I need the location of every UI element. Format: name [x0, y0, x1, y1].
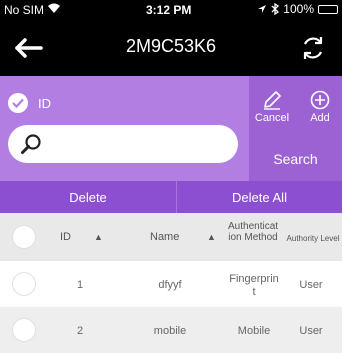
add-label: Add [310, 112, 330, 124]
table-row[interactable]: 1 dfyyf Fingerprin t User [0, 261, 342, 307]
cell-authority-level: User [299, 325, 323, 337]
search-box[interactable] [8, 125, 238, 163]
header-name[interactable]: Name [150, 231, 179, 244]
row-select-radio[interactable] [12, 318, 36, 342]
status-right: 100% [257, 2, 338, 16]
id-checkbox[interactable]: ID [8, 93, 51, 113]
location-icon [258, 5, 267, 13]
table-header: ID ▲ Name ▲ Authenticat ion Method Autho… [0, 213, 342, 261]
cell-name: dfyyf [158, 279, 182, 291]
search-input[interactable] [48, 131, 228, 157]
sort-up-icon[interactable]: ▲ [207, 231, 216, 244]
action-panel: Cancel Add Search [249, 76, 342, 181]
cancel-button[interactable]: Cancel [249, 76, 295, 136]
delete-bar: Delete Delete All [0, 181, 342, 213]
search-icon [20, 133, 42, 155]
user-table: ID ▲ Name ▲ Authenticat ion Method Autho… [0, 213, 342, 353]
select-all-radio[interactable] [12, 225, 36, 249]
cell-id: 1 [76, 279, 84, 291]
cell-authority-level: User [299, 279, 323, 291]
add-button[interactable]: Add [297, 76, 342, 136]
pencil-icon [264, 91, 281, 110]
check-icon [8, 93, 28, 113]
delete-button[interactable]: Delete [0, 181, 176, 213]
delete-all-button[interactable]: Delete All [177, 181, 342, 213]
table-row[interactable]: 2 mobile Mobile User [0, 307, 342, 353]
clock-time: 3:12 PM [146, 3, 192, 17]
cell-id: 2 [76, 325, 84, 337]
wifi-icon [47, 2, 61, 17]
bluetooth-icon [271, 3, 280, 15]
page-title: 2M9C53K6 [125, 36, 217, 56]
battery-icon [318, 4, 338, 14]
cell-name: mobile [153, 325, 187, 337]
header-authority-level: Authority Level [286, 234, 340, 243]
battery-percent: 100% [283, 2, 314, 16]
id-checkbox-label: ID [38, 95, 51, 111]
nav-bar: 2M9C53K6 [0, 20, 342, 76]
row-select-radio[interactable] [12, 272, 36, 296]
carrier-text: No SIM [4, 3, 45, 17]
cell-auth-method: Fingerprin t [229, 273, 279, 298]
cell-auth-method: Mobile [237, 325, 271, 337]
sort-up-icon[interactable]: ▲ [94, 231, 103, 244]
cancel-label: Cancel [254, 112, 290, 124]
header-auth-method: Authenticat ion Method [228, 221, 279, 243]
plus-circle-icon [310, 90, 330, 110]
header-id[interactable]: ID [60, 231, 71, 244]
refresh-icon[interactable] [298, 33, 328, 63]
status-bar: No SIM 3:12 PM 100% [0, 0, 342, 20]
search-button[interactable]: Search [249, 136, 342, 181]
